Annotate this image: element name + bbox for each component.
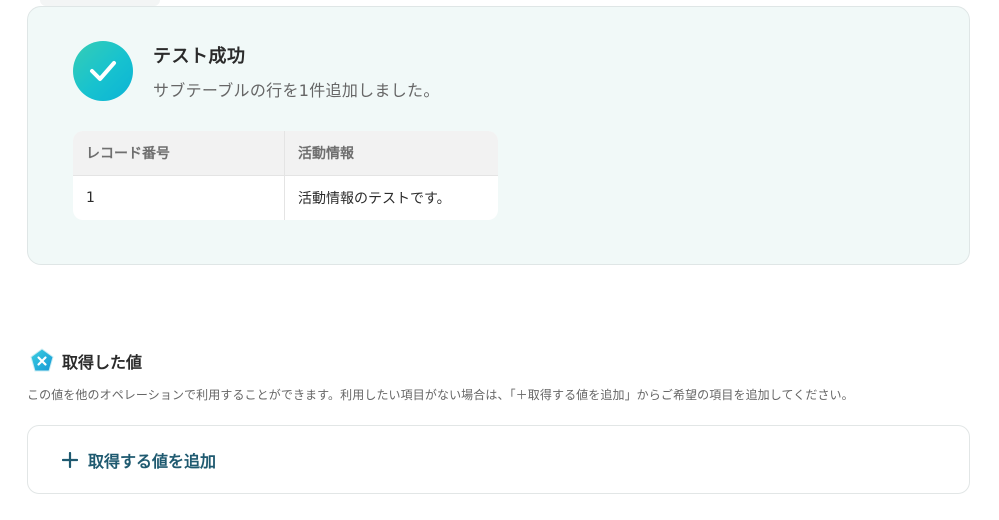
add-value-button[interactable]: 取得する値を追加 [61,448,217,472]
table-cell-record-number: 1 [73,176,285,220]
success-message: サブテーブルの行を1件追加しました。 [153,81,440,100]
table-header-row: レコード番号 活動情報 [73,131,498,176]
obtained-values-title: 取得した値 [62,353,143,372]
obtained-values-description: この値を他のオペレーションで利用することができます。利用したい項目がない場合は、… [27,388,854,402]
column-header-activity-info: 活動情報 [298,146,354,162]
success-title: テスト成功 [153,46,246,67]
result-table: レコード番号 活動情報 1 活動情報のテストです。 [73,131,498,220]
add-value-label: 取得する値を追加 [88,452,217,471]
table-row: 1 活動情報のテストです。 [73,176,498,220]
page: テスト成功 サブテーブルの行を1件追加しました。 レコード番号 活動情報 1 活… [0,0,999,520]
table-cell-activity-info: 活動情報のテストです。 [298,191,451,207]
add-value-card[interactable]: 取得する値を追加 [27,425,970,494]
column-header-record-number: レコード番号 [73,131,285,175]
check-circle-icon [73,41,133,101]
obtained-values-header: 取得した値 [29,348,142,374]
test-success-panel: テスト成功 サブテーブルの行を1件追加しました。 レコード番号 活動情報 1 活… [27,6,970,265]
yoom-badge-icon [29,348,55,374]
plus-icon [61,451,79,469]
